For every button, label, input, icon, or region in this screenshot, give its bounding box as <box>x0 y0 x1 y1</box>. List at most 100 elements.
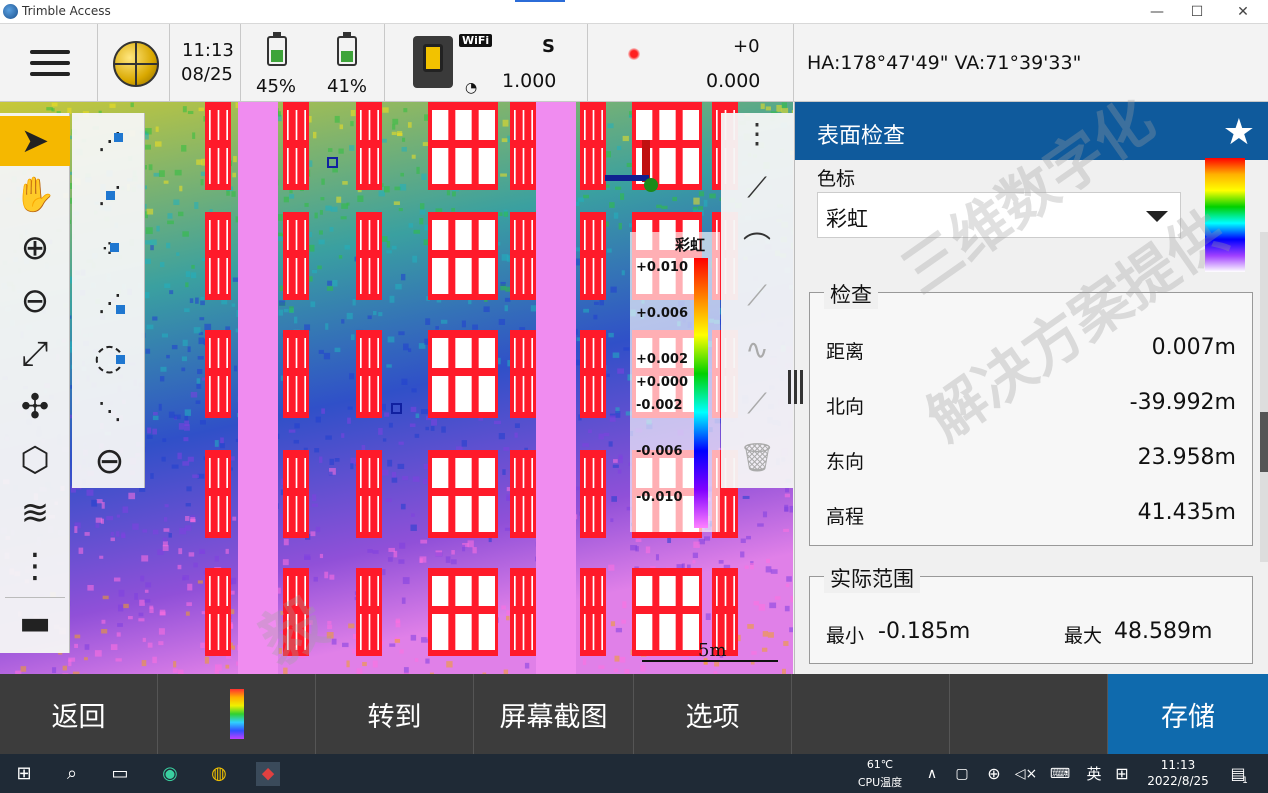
store-button[interactable]: 存储 <box>1108 674 1268 754</box>
maximize-button[interactable]: ☐ <box>1174 2 1220 22</box>
zoom-extents-button[interactable]: ⤢ <box>5 329 65 379</box>
trash-icon: 🗑 <box>739 441 775 474</box>
panel-scrollbar[interactable] <box>1260 232 1268 562</box>
windows-start-icon[interactable]: ⊞ <box>12 762 36 786</box>
battery-status[interactable]: 45% 41% <box>241 24 385 102</box>
origin-axis-icon <box>644 178 658 192</box>
bottom-action-bar: 返回 转到 屏幕截图 选项 存储 <box>0 674 1268 754</box>
more-tools-button[interactable]: ⋮ <box>5 541 65 591</box>
legend-tick: -0.006 <box>636 444 683 459</box>
delete-button[interactable]: 🗑 <box>735 441 779 485</box>
orbit-button[interactable]: ✣ <box>5 382 65 432</box>
more-vertical-icon: ⋮ <box>18 546 52 586</box>
target-status[interactable]: +0 0.000 <box>588 24 794 102</box>
gnss-status-button[interactable] <box>98 24 170 102</box>
select-intersection-button[interactable]: ⁘ <box>82 223 137 275</box>
trimble-access-taskbar-icon[interactable]: ◍ <box>207 762 231 786</box>
elevation-value: 41.435m <box>1137 500 1236 525</box>
close-button[interactable]: ✕ <box>1220 2 1266 22</box>
menu-line-icon <box>30 72 70 76</box>
goto-button[interactable]: 转到 <box>316 674 474 754</box>
back-button[interactable]: 返回 <box>0 674 158 754</box>
options-button[interactable]: 选项 <box>634 674 792 754</box>
legend-tick: +0.006 <box>636 306 689 321</box>
camera-button[interactable]: ▬ <box>5 597 65 647</box>
legend-tick: +0.010 <box>636 260 689 275</box>
select-midpoint-button[interactable]: ⋰ <box>82 169 137 221</box>
battery-2-percent: 41% <box>327 76 368 97</box>
left-toolbar: ➤ ✋ ⊕ ⊖ ⤢ ✣ ⬡ ≋ ⋮ ▬ <box>0 113 70 653</box>
instrument-value: 1.000 <box>502 70 557 92</box>
color-scale-button[interactable] <box>158 674 316 754</box>
device-icon[interactable]: ▢ <box>950 762 974 786</box>
draw-curve-button[interactable]: ∿ <box>735 333 779 377</box>
layers-button[interactable]: ≋ <box>5 488 65 538</box>
status-bar: 11:13 08/25 45% 41% WiFi ◔ S 1.000 +0 0.… <box>0 24 1268 102</box>
empty-softkey <box>792 674 950 754</box>
map-more-button[interactable]: ⋮ <box>735 117 779 161</box>
network-globe-icon[interactable]: ⊕ <box>982 762 1006 786</box>
notification-count: 1 <box>1242 776 1248 786</box>
max-value: 48.589m <box>1114 619 1213 644</box>
panel-resize-handle[interactable] <box>785 370 805 404</box>
clear-selection-button[interactable]: ⊖ <box>82 435 137 487</box>
instrument-status[interactable]: WiFi ◔ S 1.000 <box>385 24 588 102</box>
northing-value: -39.992m <box>1129 390 1236 415</box>
legend-tick: -0.002 <box>636 398 683 413</box>
dropdown-arrow-icon <box>1146 211 1168 222</box>
select-endpoint-button[interactable]: ⋰ <box>82 115 137 167</box>
view-cube-button[interactable]: ⬡ <box>5 435 65 485</box>
inspection-group-title: 检查 <box>824 279 878 309</box>
menu-button[interactable] <box>0 24 98 102</box>
angle-readout: HA:178°47'49" VA:71°39'33" <box>807 52 1082 74</box>
cpu-temp-label: CPU温度 <box>857 776 903 789</box>
trimble-app-icon <box>3 4 18 19</box>
easting-value: 23.958m <box>1137 445 1236 470</box>
edge-browser-icon[interactable]: ◉ <box>158 762 182 786</box>
northing-label: 北向 <box>826 396 865 418</box>
draw-arc-button[interactable]: ⌒ <box>735 225 779 269</box>
pan-tool-button[interactable]: ✋ <box>5 170 65 220</box>
select-line-button[interactable]: ⋱ <box>82 385 137 437</box>
keyboard-icon[interactable]: ⌨ <box>1048 762 1072 786</box>
legend-tick: +0.002 <box>636 352 689 367</box>
favorite-star-icon[interactable]: ★ <box>1223 112 1255 153</box>
polyline-tool-icon: ⟋ <box>747 279 767 312</box>
taskbar-date: 2022/8/25 <box>1147 774 1209 788</box>
draw-polyline-button[interactable]: ⟋ <box>735 279 779 323</box>
screenshot-button[interactable]: 屏幕截图 <box>474 674 634 754</box>
min-value: -0.185m <box>878 619 971 644</box>
select-perpendicular-button[interactable]: ⋰ <box>82 277 137 329</box>
draw-line-button[interactable]: ⟋ <box>735 171 779 215</box>
surface-inspection-panel: 表面检查 ★ 色标 彩虹 检查 距离 0.007m 北向 -39.992m 东向… <box>787 102 1268 674</box>
target-offset-top: +0 <box>733 36 760 57</box>
window-title: Trimble Access <box>22 4 111 18</box>
point-tool-icon: ⟋ <box>747 387 767 420</box>
min-label: 最小 <box>826 625 865 647</box>
volume-muted-icon[interactable]: ◁× <box>1014 762 1038 786</box>
select-tool-button[interactable]: ➤ <box>0 116 70 166</box>
select-circle-button[interactable]: ◌ <box>82 331 137 383</box>
hand-icon: ✋ <box>13 175 57 215</box>
ime-mode-icon[interactable]: ⊞ <box>1110 762 1134 786</box>
active-app-taskbar-icon[interactable]: ⬥ <box>256 762 280 786</box>
arc-tool-icon: ⌒ <box>742 230 771 263</box>
zoom-in-button[interactable]: ⊕ <box>5 223 65 273</box>
chevron-up-icon[interactable]: ∧ <box>920 762 944 786</box>
color-scale-swatch <box>1205 158 1245 272</box>
clock: 11:13 08/25 <box>170 24 241 102</box>
zoom-out-button[interactable]: ⊖ <box>5 276 65 326</box>
ime-language[interactable]: 英 <box>1082 762 1106 786</box>
search-icon[interactable]: ⌕ <box>60 762 84 786</box>
scale-label: 5m <box>698 640 727 661</box>
task-view-icon[interactable]: ▭ <box>108 762 132 786</box>
color-scale-select[interactable]: 彩虹 <box>817 192 1181 238</box>
color-legend: 彩虹 +0.010 +0.006 +0.002 +0.000 -0.002 -0… <box>630 232 720 532</box>
panel-title: 表面检查 <box>817 124 906 149</box>
status-time: 11:13 <box>182 40 234 61</box>
draw-point-button[interactable]: ⟋ <box>735 387 779 431</box>
minus-circle-icon: ⊖ <box>94 440 125 482</box>
legend-title: 彩虹 <box>675 236 706 254</box>
snap-line-icon: ⋱ <box>97 397 122 425</box>
max-label: 最大 <box>1064 625 1103 647</box>
